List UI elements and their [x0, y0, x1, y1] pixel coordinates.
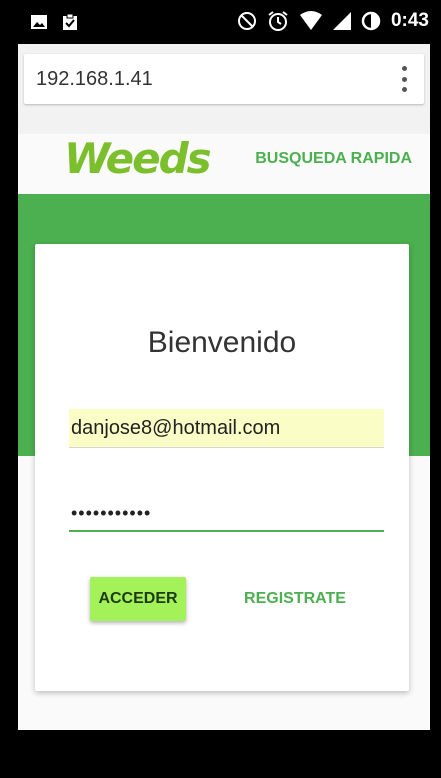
app-header: Weeds BUSQUEDA RAPIDA — [18, 134, 430, 192]
phone-screen: 0:43 192.168.1.41 Weeds BUSQUEDA RAPIDA … — [0, 0, 441, 778]
status-bar: 0:43 — [0, 0, 441, 44]
acceder-button[interactable]: ACCEDER — [90, 577, 186, 621]
more-vertical-icon[interactable] — [392, 66, 416, 92]
battery-icon — [361, 11, 381, 31]
status-time: 0:43 — [390, 10, 429, 31]
signal-icon — [332, 12, 351, 30]
login-card: Bienvenido ACCEDER REGISTRATE — [35, 244, 409, 691]
clipboard-check-icon — [63, 13, 77, 30]
email-underline — [69, 447, 384, 448]
registrate-button[interactable]: REGISTRATE — [235, 577, 355, 621]
email-field[interactable] — [69, 409, 384, 447]
browser-screen: 192.168.1.41 Weeds BUSQUEDA RAPIDA Bienv… — [18, 44, 430, 778]
password-field[interactable] — [69, 496, 384, 530]
nav-busqueda-rapida[interactable]: BUSQUEDA RAPIDA — [255, 150, 412, 168]
browser-toolbar: 192.168.1.41 — [18, 44, 430, 135]
password-underline — [69, 530, 384, 532]
url-field[interactable]: 192.168.1.41 — [24, 54, 424, 104]
url-text[interactable]: 192.168.1.41 — [36, 68, 153, 91]
alarm-icon — [268, 11, 288, 31]
weeds-logo[interactable]: Weeds — [64, 134, 212, 183]
bottom-bezel — [0, 730, 441, 778]
do-not-disturb-icon — [237, 12, 256, 30]
image-icon — [31, 15, 47, 29]
login-title: Bienvenido — [147, 326, 297, 359]
wifi-icon — [299, 11, 322, 30]
